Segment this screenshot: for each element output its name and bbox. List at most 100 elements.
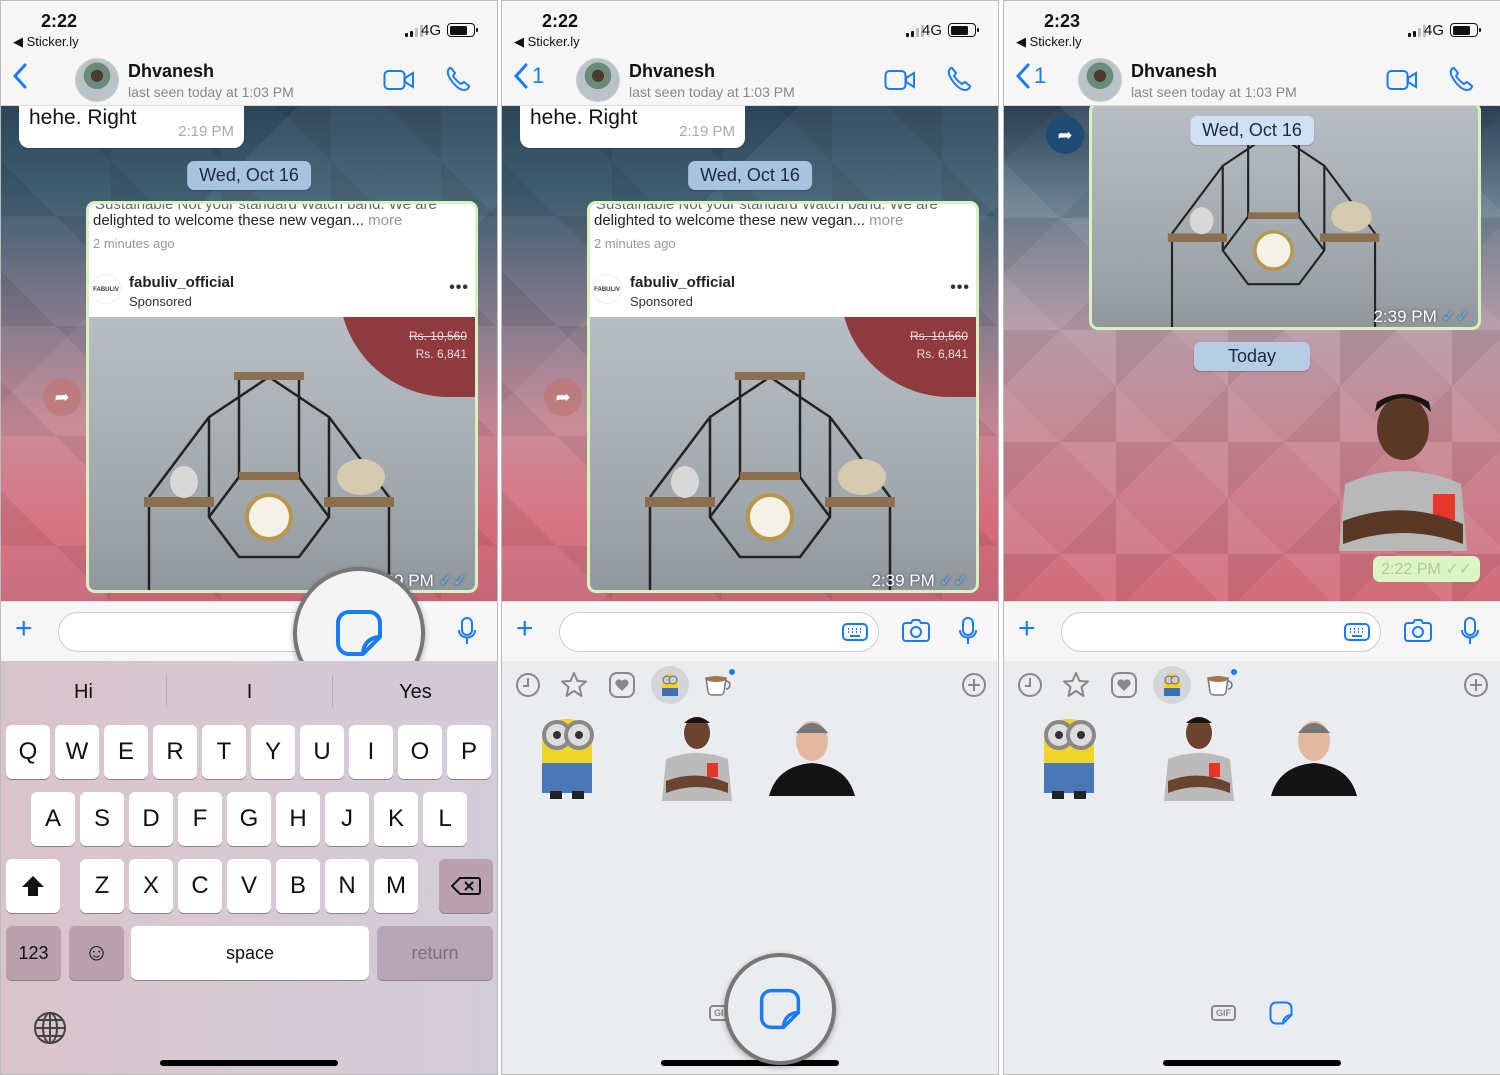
suggestion[interactable]: I: [167, 681, 332, 704]
recent-icon[interactable]: [512, 669, 544, 701]
suggestion[interactable]: Hi: [1, 681, 166, 704]
man-crossed-arms-sticker[interactable]: [652, 711, 742, 801]
minion-pack-tab[interactable]: [1153, 666, 1191, 704]
back-button[interactable]: 1: [514, 63, 544, 89]
backspace-key[interactable]: [439, 859, 493, 913]
emoji-key[interactable]: ☺: [69, 926, 124, 980]
video-call-icon[interactable]: [383, 69, 415, 91]
key-a[interactable]: A: [31, 792, 75, 846]
forward-button[interactable]: ➦: [1046, 116, 1084, 154]
key-l[interactable]: L: [423, 792, 467, 846]
forward-button[interactable]: ➦: [544, 378, 582, 416]
key-n[interactable]: N: [325, 859, 369, 913]
back-button[interactable]: [13, 63, 31, 89]
gif-tab[interactable]: GIF: [1211, 1005, 1236, 1021]
camera-icon[interactable]: [1404, 618, 1432, 642]
video-call-icon[interactable]: [1386, 69, 1418, 91]
attach-plus-icon[interactable]: +: [1018, 614, 1036, 644]
add-pack-icon[interactable]: [1460, 669, 1492, 701]
back-to-app-link[interactable]: ◀ Sticker.ly: [13, 34, 79, 50]
key-b[interactable]: B: [276, 859, 320, 913]
key-i[interactable]: I: [349, 725, 393, 779]
keyboard-icon[interactable]: [842, 623, 868, 641]
smiling-man-sticker[interactable]: [767, 711, 857, 801]
back-button[interactable]: 1: [1016, 63, 1046, 89]
phone-call-icon[interactable]: [946, 66, 972, 92]
key-f[interactable]: F: [178, 792, 222, 846]
minion-sticker[interactable]: [522, 711, 612, 801]
shift-key[interactable]: [6, 859, 60, 913]
sent-sticker[interactable]: [1335, 386, 1470, 551]
minion-pack-tab[interactable]: [651, 666, 689, 704]
key-s[interactable]: S: [80, 792, 124, 846]
key-y[interactable]: Y: [251, 725, 295, 779]
incoming-message[interactable]: hehe. Right 2:19 PM: [520, 106, 745, 148]
man-crossed-arms-sticker[interactable]: [1154, 711, 1244, 801]
favorites-star-icon[interactable]: [1060, 669, 1092, 701]
phone-call-icon[interactable]: [1448, 66, 1474, 92]
back-to-app-link[interactable]: ◀ Sticker.ly: [1016, 34, 1082, 50]
key-z[interactable]: Z: [80, 859, 124, 913]
smiling-man-sticker[interactable]: [1269, 711, 1359, 801]
outgoing-ad-message[interactable]: Sustainable Not your standard Watch band…: [86, 201, 478, 593]
key-q[interactable]: Q: [6, 725, 50, 779]
brand-logo: FABULIV: [91, 274, 121, 304]
attach-plus-icon[interactable]: +: [15, 614, 33, 644]
key-g[interactable]: G: [227, 792, 271, 846]
key-x[interactable]: X: [129, 859, 173, 913]
more-options-icon[interactable]: •••: [449, 279, 469, 297]
space-key[interactable]: space: [131, 926, 369, 980]
key-t[interactable]: T: [202, 725, 246, 779]
key-k[interactable]: K: [374, 792, 418, 846]
key-c[interactable]: C: [178, 859, 222, 913]
contact-avatar[interactable]: [576, 58, 620, 102]
sticker-tab-magnified[interactable]: [724, 953, 836, 1065]
key-p[interactable]: P: [447, 725, 491, 779]
contact-name[interactable]: Dhvanesh: [629, 61, 715, 82]
globe-icon[interactable]: [33, 1011, 67, 1045]
incoming-message[interactable]: hehe. Right 2:19 PM: [19, 106, 244, 148]
outgoing-ad-message[interactable]: Sustainable Not your standard Watch band…: [587, 201, 979, 593]
forward-button[interactable]: ➦: [43, 378, 81, 416]
key-m[interactable]: M: [374, 859, 418, 913]
favorites-star-icon[interactable]: [558, 669, 590, 701]
keyboard-icon[interactable]: [1344, 623, 1370, 641]
microphone-icon[interactable]: [958, 616, 978, 646]
message-field[interactable]: [559, 612, 879, 652]
key-w[interactable]: W: [55, 725, 99, 779]
return-key[interactable]: return: [377, 926, 493, 980]
microphone-icon[interactable]: [457, 616, 477, 646]
more-link[interactable]: more: [865, 212, 903, 229]
key-e[interactable]: E: [104, 725, 148, 779]
more-link[interactable]: more: [364, 212, 402, 229]
camera-icon[interactable]: [902, 618, 930, 642]
add-pack-icon[interactable]: [958, 669, 990, 701]
numbers-key[interactable]: 123: [6, 926, 61, 980]
key-h[interactable]: H: [276, 792, 320, 846]
video-call-icon[interactable]: [884, 69, 916, 91]
message-field[interactable]: [1061, 612, 1381, 652]
message-input[interactable]: [560, 613, 878, 651]
minion-sticker[interactable]: [1024, 711, 1114, 801]
sticker-tab-icon[interactable]: [1269, 1001, 1293, 1025]
contact-avatar[interactable]: [1078, 58, 1122, 102]
key-o[interactable]: O: [398, 725, 442, 779]
contact-avatar[interactable]: [75, 58, 119, 102]
key-j[interactable]: J: [325, 792, 369, 846]
key-u[interactable]: U: [300, 725, 344, 779]
back-to-app-link[interactable]: ◀ Sticker.ly: [514, 34, 580, 50]
phone-call-icon[interactable]: [445, 66, 471, 92]
contact-name[interactable]: Dhvanesh: [128, 61, 214, 82]
microphone-icon[interactable]: [1460, 616, 1480, 646]
heart-icon[interactable]: [1108, 669, 1140, 701]
key-v[interactable]: V: [227, 859, 271, 913]
attach-plus-icon[interactable]: +: [516, 614, 534, 644]
heart-icon[interactable]: [606, 669, 638, 701]
suggestion[interactable]: Yes: [333, 681, 497, 704]
more-options-icon[interactable]: •••: [950, 279, 970, 297]
contact-name[interactable]: Dhvanesh: [1131, 61, 1217, 82]
key-r[interactable]: R: [153, 725, 197, 779]
key-d[interactable]: D: [129, 792, 173, 846]
recent-icon[interactable]: [1014, 669, 1046, 701]
message-input[interactable]: [1062, 613, 1380, 651]
